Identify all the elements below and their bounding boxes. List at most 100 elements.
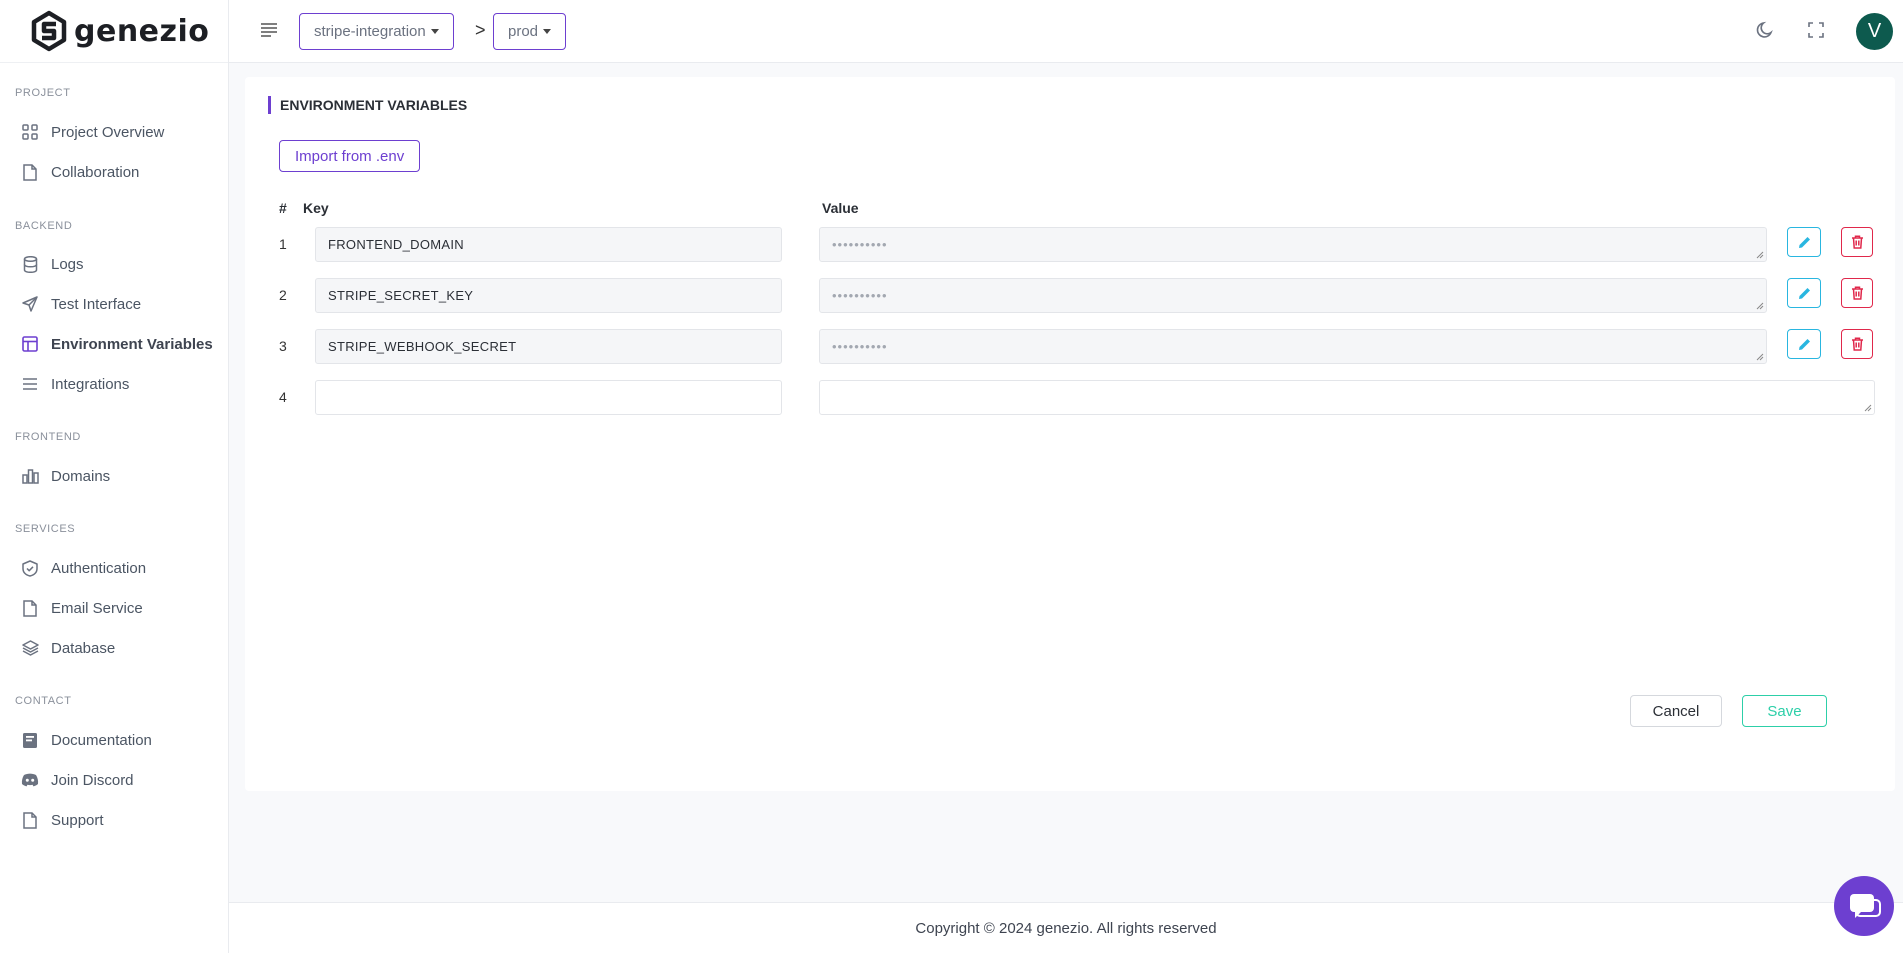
menu-toggle-icon[interactable] [259,22,279,40]
environment-dropdown[interactable]: prod [493,13,567,50]
column-header-value: Value [822,200,859,216]
caret-down-icon [430,29,439,34]
sidebar-item-label: Project Overview [51,123,165,141]
section-title-contact: CONTACT [15,695,72,707]
chat-widget-button[interactable] [1834,876,1894,936]
new-key-input[interactable] [315,380,782,415]
sidebar-item-test-interface[interactable]: Test Interface [0,284,228,324]
edit-button[interactable] [1787,278,1821,308]
sidebar-item-label: Integrations [51,375,130,393]
fullscreen-icon[interactable] [1806,20,1828,42]
sidebar-item-logs[interactable]: Logs [0,244,228,284]
sidebar-item-database[interactable]: Database [0,628,228,668]
discord-icon [21,771,39,789]
sidebar-item-documentation[interactable]: Documentation [0,720,228,760]
shield-check-icon [21,559,39,577]
sidebar-item-project-overview[interactable]: Project Overview [0,112,228,152]
import-env-button[interactable]: Import from .env [279,140,421,172]
send-icon [21,295,39,313]
sidebar-item-label: Test Interface [51,295,142,313]
section-title-backend: BACKEND [15,220,73,232]
resize-handle-icon[interactable] [1756,302,1764,310]
trash-icon [1851,286,1863,300]
resize-handle-icon[interactable] [1756,353,1764,361]
project-dropdown[interactable]: stripe-integration [299,13,454,50]
sidebar-item-label: Environment Variables [51,335,213,353]
sidebar-item-email-service[interactable]: Email Service [0,588,228,628]
edit-button[interactable] [1787,329,1821,359]
sidebar-item-join-discord[interactable]: Join Discord [0,760,228,800]
list-icon [21,375,39,393]
sidebar-item-integrations[interactable]: Integrations [0,364,228,404]
sidebar-item-label: Collaboration [51,163,140,181]
sidebar-item-collaboration[interactable]: Collaboration [0,152,228,192]
genezio-logo-icon [31,10,67,52]
project-dropdown-label: stripe-integration [314,23,426,40]
moon-icon[interactable] [1755,20,1777,42]
sidebar-item-label: Authentication [51,559,147,577]
grid-icon [21,123,39,141]
edit-button[interactable] [1787,227,1821,257]
bar-chart-icon [21,467,39,485]
pencil-icon [1798,338,1810,350]
sidebar-item-label: Domains [51,467,111,485]
value-input[interactable]: •••••••••• [819,329,1767,364]
key-input[interactable] [315,278,782,313]
trash-icon [1851,235,1863,249]
save-button[interactable]: Save [1742,695,1827,727]
pencil-icon [1798,287,1810,299]
sidebar-item-label: Join Discord [51,771,134,789]
layout-icon [21,335,39,353]
section-title-services: SERVICES [15,523,76,535]
file-icon [21,163,39,181]
sidebar-item-label: Documentation [51,731,152,749]
sidebar-item-label: Logs [51,255,84,273]
chat-icon [1850,894,1881,918]
value-input[interactable]: •••••••••• [819,278,1767,313]
sidebar-item-authentication[interactable]: Authentication [0,548,228,588]
topbar: stripe-integration > prod V [229,0,1903,63]
delete-button[interactable] [1841,329,1873,359]
key-input[interactable] [315,329,782,364]
delete-button[interactable] [1841,227,1873,257]
logo[interactable]: genezio [0,0,228,63]
file-icon [21,599,39,617]
resize-handle-icon[interactable] [1756,251,1764,259]
brand-name: genezio [74,13,210,49]
footer: Copyright © 2024 genezio. All rights res… [229,902,1903,953]
row-number: 4 [279,389,287,405]
sidebar-item-label: Email Service [51,599,143,617]
layers-icon [21,639,39,657]
sidebar-item-label: Support [51,811,104,829]
value-input[interactable]: •••••••••• [819,227,1767,262]
env-variables-card: ENVIRONMENT VARIABLES Import from .env #… [245,77,1895,791]
cancel-button[interactable]: Cancel [1630,695,1722,727]
row-number: 3 [279,338,287,354]
sidebar-item-environment-variables[interactable]: Environment Variables [0,324,228,364]
row-number: 2 [279,287,287,303]
trash-icon [1851,337,1863,351]
masked-value: •••••••••• [832,339,888,354]
sidebar: genezio PROJECT Project Overview Collabo… [0,0,229,953]
section-title-frontend: FRONTEND [15,431,81,443]
page-title: ENVIRONMENT VARIABLES [268,96,467,114]
sidebar-item-domains[interactable]: Domains [0,456,228,496]
copyright-text: Copyright © 2024 genezio. All rights res… [915,919,1217,937]
row-number: 1 [279,236,287,252]
masked-value: •••••••••• [832,288,888,303]
section-title-project: PROJECT [15,87,71,99]
pencil-icon [1798,236,1810,248]
delete-button[interactable] [1841,278,1873,308]
resize-handle-icon[interactable] [1864,404,1872,412]
breadcrumb-separator: > [475,20,486,40]
user-avatar[interactable]: V [1856,13,1893,50]
column-header-key: Key [303,200,329,216]
book-icon [21,731,39,749]
sidebar-item-label: Database [51,639,116,657]
environment-dropdown-label: prod [508,23,539,40]
file-icon [21,811,39,829]
sidebar-item-support[interactable]: Support [0,800,228,840]
key-input[interactable] [315,227,782,262]
column-header-num: # [279,200,287,216]
new-value-input[interactable] [819,380,1875,415]
